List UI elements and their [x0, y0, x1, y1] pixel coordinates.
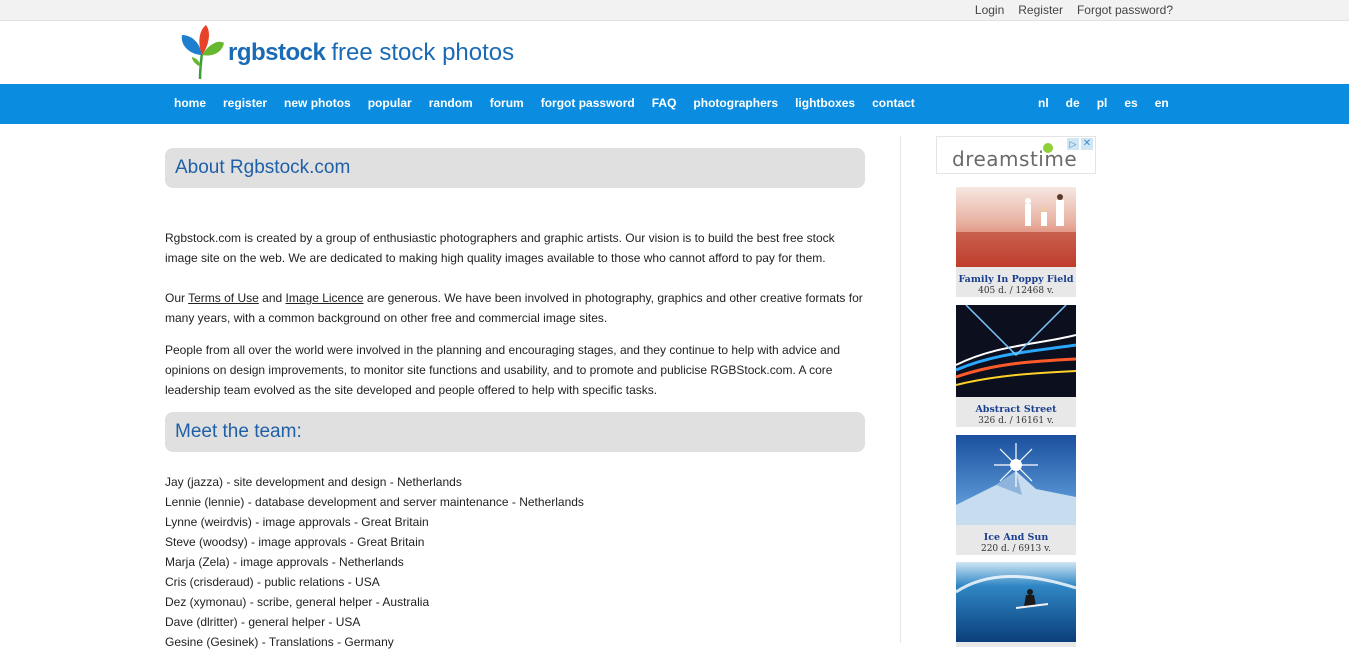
team-title: Meet the team: — [165, 412, 865, 452]
logo-leaves-icon[interactable] — [178, 25, 226, 81]
info-icon[interactable]: ▷ — [1067, 138, 1079, 150]
thumb-image-poppy-field[interactable] — [956, 187, 1076, 267]
nav-item-home[interactable]: home — [174, 96, 206, 110]
team-member: Gesine (Gesinek) - Translations - German… — [165, 635, 394, 649]
brand-wordmark[interactable]: rgbstock free stock photos — [228, 39, 514, 67]
ad-brand-logo: dreamstime — [952, 147, 1078, 171]
about-paragraph-3: People from all over the world were invo… — [165, 343, 841, 397]
account-links: Login Register Forgot password? — [975, 3, 1173, 17]
team-member: Marja (Zela) - image approvals - Netherl… — [165, 555, 404, 569]
main-nav: home register new photos popular random … — [0, 84, 1349, 124]
about-paragraph-1: Rgbstock.com is created by a group of en… — [165, 231, 835, 265]
team-member: Cris (crisderaud) - public relations - U… — [165, 575, 380, 589]
lang-de[interactable]: de — [1066, 96, 1080, 110]
thumb-image-abstract-street[interactable] — [955, 304, 1077, 397]
login-link[interactable]: Login — [975, 3, 1004, 17]
thumb-stats: 405 d. / 12468 v. — [978, 286, 1054, 296]
ad-banner[interactable]: dreamstime ▷ ✕ — [936, 136, 1096, 174]
nav-item-lightboxes[interactable]: lightboxes — [795, 96, 855, 110]
nav-item-forum[interactable]: forum — [490, 96, 524, 110]
team-member: Steve (woodsy) - image approvals - Great… — [165, 535, 425, 549]
team-list: Jay (jazza) - site development and desig… — [165, 472, 865, 652]
main-content: About Rgbstock.com Rgbstock.com is creat… — [165, 136, 865, 652]
forgot-password-link[interactable]: Forgot password? — [1077, 3, 1173, 17]
nav-item-register[interactable]: register — [223, 96, 267, 110]
thumb-image-surfer[interactable] — [955, 562, 1077, 642]
site-header: rgbstock free stock photos — [0, 21, 1349, 84]
nav-item-photographers[interactable]: photographers — [693, 96, 778, 110]
sidebar-thumb-surfer[interactable] — [955, 562, 1077, 647]
brand-tagline: free stock photos — [331, 39, 515, 66]
nav-item-random[interactable]: random — [429, 96, 473, 110]
nav-item-popular[interactable]: popular — [368, 96, 412, 110]
about-paragraph-2: Our Terms of Use and Image Licence are g… — [165, 288, 865, 328]
thumb-caption[interactable]: Family In Poppy Field — [956, 274, 1076, 286]
p2-and: and — [258, 291, 286, 305]
team-member: Lennie (lennie) - database development a… — [165, 495, 584, 509]
about-title: About Rgbstock.com — [165, 148, 865, 188]
ad-logo-dot — [1043, 143, 1053, 153]
team-member: Jay (jazza) - site development and desig… — [165, 475, 462, 489]
nav-links: home register new photos popular random … — [174, 96, 915, 110]
image-licence-link[interactable]: Image Licence — [286, 291, 364, 305]
thumb-caption[interactable]: Abstract Street — [956, 404, 1076, 416]
language-links: nl de pl es en — [1038, 96, 1169, 110]
sidebar-thumb-abstract-street[interactable]: Abstract Street 326 d. / 16161 v. — [955, 304, 1077, 427]
thumb-stats: 326 d. / 16161 v. — [978, 416, 1054, 426]
brand-name: rgbstock — [228, 39, 326, 66]
thumb-stats: 220 d. / 6913 v. — [980, 544, 1052, 554]
team-member: Dave (dlritter) - general helper - USA — [165, 615, 361, 629]
thumb-caption[interactable]: Ice And Sun — [956, 532, 1076, 544]
nav-item-contact[interactable]: contact — [872, 96, 915, 110]
register-link[interactable]: Register — [1018, 3, 1063, 17]
p2-prefix: Our — [165, 291, 189, 305]
thumb-image-ice-and-sun[interactable] — [956, 435, 1076, 525]
team-member: Lynne (weirdvis) - image approvals - Gre… — [165, 515, 429, 529]
terms-of-use-link[interactable]: Terms of Use — [188, 291, 259, 305]
top-bar: Login Register Forgot password? — [0, 0, 1349, 21]
lang-en[interactable]: en — [1155, 96, 1169, 110]
nav-item-new-photos[interactable]: new photos — [284, 96, 351, 110]
lang-pl[interactable]: pl — [1097, 96, 1108, 110]
lang-es[interactable]: es — [1124, 96, 1137, 110]
nav-item-faq[interactable]: FAQ — [652, 96, 677, 110]
team-member: Dez (xymonau) - scribe, general helper -… — [165, 595, 430, 609]
close-icon[interactable]: ✕ — [1081, 138, 1093, 150]
sidebar-thumb-family-in-poppy-field[interactable]: Family In Poppy Field 405 d. / 12468 v. — [956, 187, 1076, 297]
sidebar-divider — [900, 136, 901, 643]
lang-nl[interactable]: nl — [1038, 96, 1049, 110]
nav-item-forgot-password[interactable]: forgot password — [541, 96, 635, 110]
sidebar-thumb-ice-and-sun[interactable]: Ice And Sun 220 d. / 6913 v. — [956, 435, 1076, 555]
